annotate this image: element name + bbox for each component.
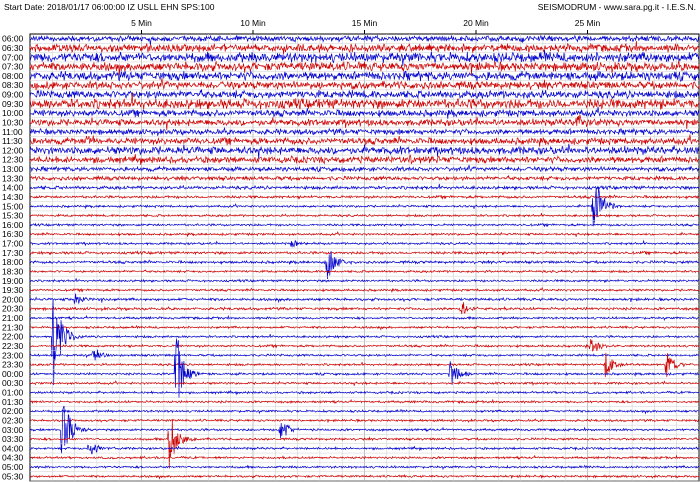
x-tick-label: 25 Min	[575, 18, 601, 28]
x-tick-label: 15 Min	[352, 18, 378, 28]
helicorder-plot: 5 Min 10 Min 15 Min 20 Min 25 Min06:0006:300…	[2, 18, 700, 482]
source-credit: SEISMODRUM - www.sara.pg.it - I.E.S.N.	[537, 2, 696, 12]
row-time-label: 05:30	[2, 471, 24, 481]
x-tick-label: 20 Min	[463, 18, 489, 28]
seismogram-view: 5 Min 10 Min 15 Min 20 Min 25 Min 06:00 06:30 0…	[0, 0, 700, 482]
start-date-header: Start Date: 2018/01/17 06:00:00 IZ USLL …	[4, 2, 215, 12]
x-tick-label: 5 Min	[131, 18, 152, 28]
x-tick-label: 10 Min	[240, 18, 266, 28]
